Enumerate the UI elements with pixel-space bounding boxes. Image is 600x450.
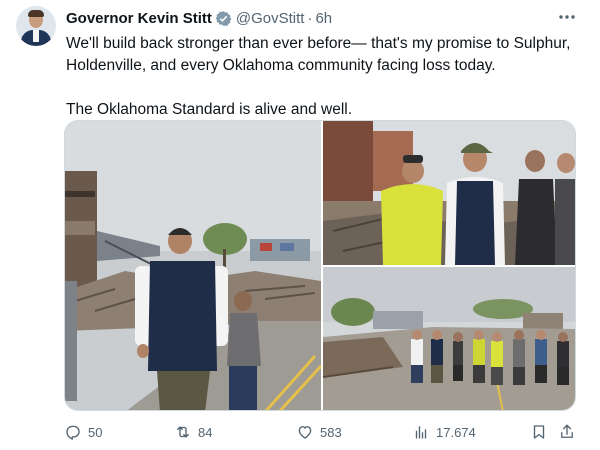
tweet-text-line-2: The Oklahoma Standard is alive and well. xyxy=(66,101,353,118)
photo-governor-talking-crowd[interactable] xyxy=(323,121,575,265)
tweet-text: We'll build back stronger than ever befo… xyxy=(66,33,586,121)
action-bar: 50 84 583 17.674 xyxy=(64,420,580,444)
header-separator: · xyxy=(307,9,313,27)
like-button[interactable]: 583 xyxy=(296,420,342,444)
more-horizontal-icon[interactable] xyxy=(556,8,578,26)
heart-icon xyxy=(298,426,312,439)
tweet-card[interactable]: Governor Kevin Stitt @GovStitt · 6h We'l… xyxy=(0,0,600,450)
bookmark-icon xyxy=(533,425,545,439)
views-button[interactable]: 17.674 xyxy=(412,420,476,444)
reply-icon xyxy=(66,425,80,440)
media-grid xyxy=(64,120,576,411)
avatar-hair xyxy=(28,10,44,17)
retweet-count: 84 xyxy=(198,424,213,440)
verified-badge-icon[interactable] xyxy=(215,10,232,27)
bookmark-button[interactable] xyxy=(530,420,548,444)
author-handle[interactable]: @GovStitt xyxy=(236,10,305,27)
retweet-icon xyxy=(177,426,189,438)
reply-count: 50 xyxy=(88,424,103,440)
reply-button[interactable]: 50 xyxy=(64,420,102,444)
views-icon xyxy=(415,426,427,439)
tweet-header: Governor Kevin Stitt @GovStitt · 6h xyxy=(66,8,332,28)
tweet-text-line-1: We'll build back stronger than ever befo… xyxy=(66,35,571,74)
author-name[interactable]: Governor Kevin Stitt xyxy=(66,10,212,27)
tweet-timestamp[interactable]: 6h xyxy=(315,10,332,27)
like-count: 583 xyxy=(320,424,342,440)
share-button[interactable] xyxy=(558,420,576,444)
views-count: 17.674 xyxy=(436,424,476,440)
share-icon xyxy=(561,424,573,438)
retweet-button[interactable]: 84 xyxy=(174,420,212,444)
avatar-shirt xyxy=(33,30,39,42)
photo-group-walking-street[interactable] xyxy=(323,267,575,410)
profile-avatar[interactable] xyxy=(16,6,56,46)
photo-governor-walking-debris[interactable] xyxy=(65,121,321,410)
